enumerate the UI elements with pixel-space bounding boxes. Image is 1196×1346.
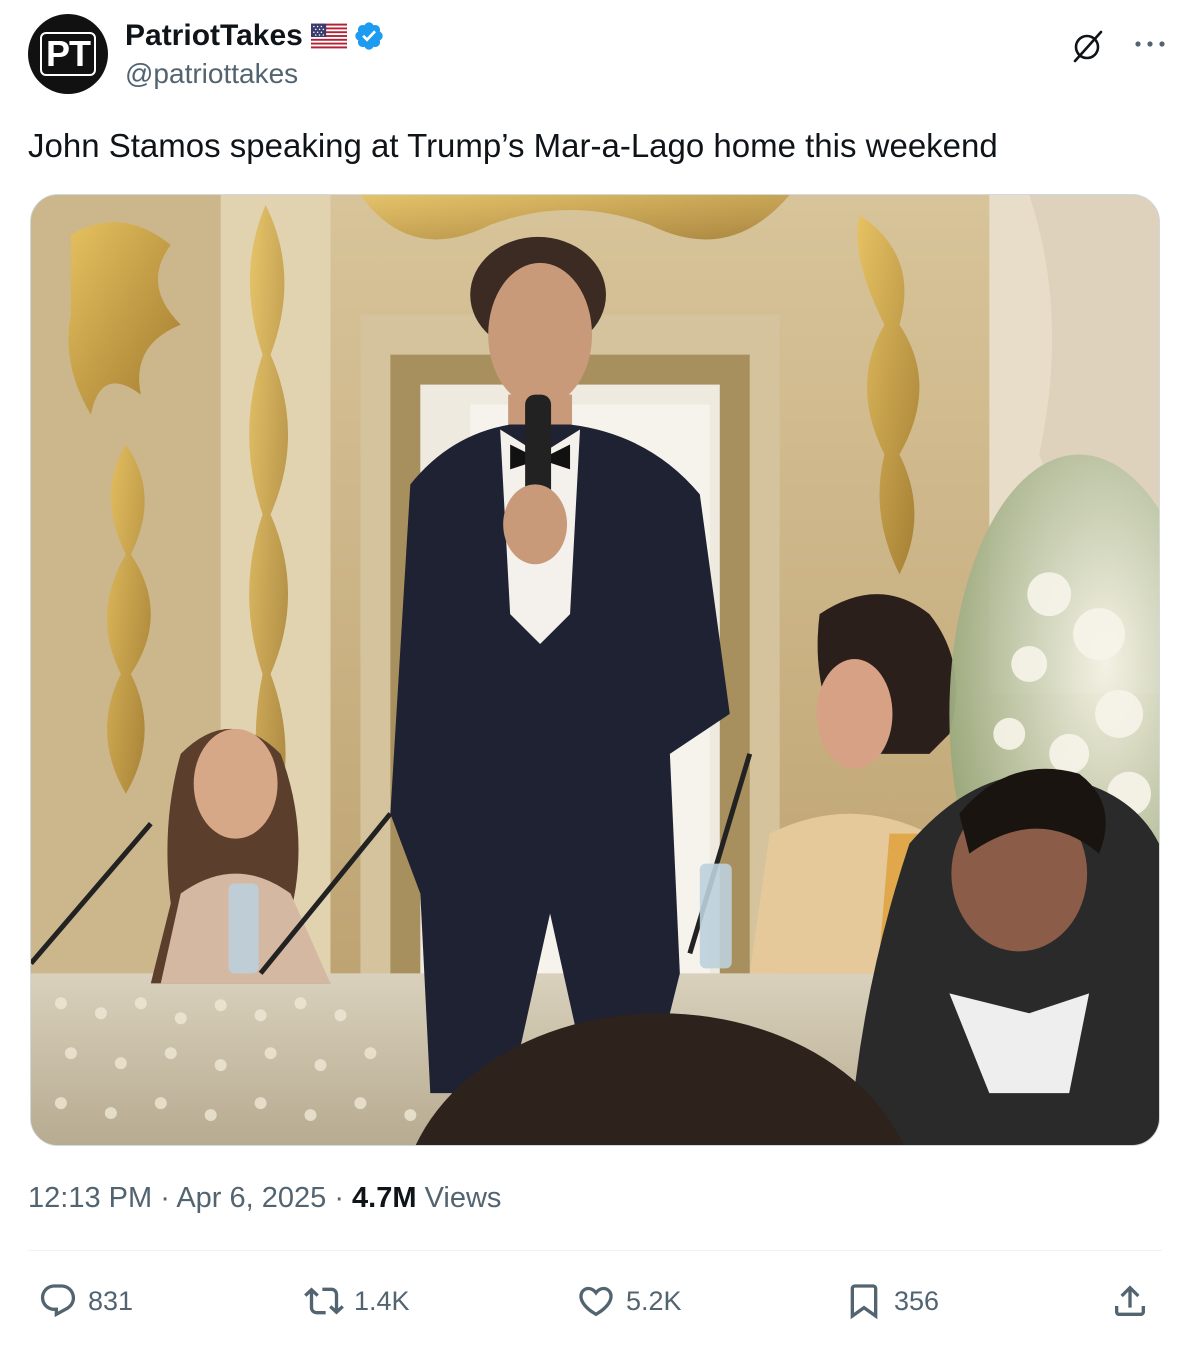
views-count[interactable]: 4.7M (352, 1182, 416, 1214)
retweet-button[interactable]: 1.4K (304, 1276, 410, 1326)
share-icon (1115, 1285, 1145, 1316)
bookmark-icon (850, 1284, 878, 1320)
meta-separator: · (326, 1182, 353, 1214)
avatar-text: PT (39, 32, 96, 76)
name-row: PatriotTakes (125, 16, 385, 56)
retweet-icon (304, 1287, 344, 1315)
display-name[interactable]: PatriotTakes (125, 19, 303, 53)
views-label[interactable]: Views (417, 1182, 502, 1214)
bookmark-button[interactable]: 356 (844, 1276, 939, 1326)
tweet-photo[interactable] (30, 194, 1160, 1146)
avatar[interactable]: PT (28, 14, 108, 94)
tweet-text: John Stamos speaking at Trump’s Mar-a-La… (28, 127, 998, 164)
tweet-date[interactable]: Apr 6, 2025 (176, 1182, 326, 1214)
like-count: 5.2K (626, 1285, 682, 1316)
us-flag-icon (310, 23, 347, 49)
grok-icon[interactable] (1070, 28, 1106, 64)
bookmark-count: 356 (894, 1285, 940, 1316)
tweet-meta: 12:13 PM · Apr 6, 2025 · 4.7M Views (28, 1178, 501, 1218)
reply-count: 831 (88, 1285, 134, 1316)
tweet-header: PT PatriotTakes @patriottakes (28, 14, 1168, 96)
like-button[interactable]: 5.2K (576, 1276, 682, 1326)
retweet-count: 1.4K (354, 1285, 410, 1316)
photo-illustration (31, 195, 1159, 1145)
handle[interactable]: @patriottakes (125, 58, 298, 90)
heart-icon (579, 1286, 613, 1317)
reply-icon (40, 1284, 76, 1318)
divider (28, 1250, 1162, 1251)
more-icon[interactable] (1132, 32, 1168, 56)
verified-badge-icon[interactable] (353, 20, 385, 52)
meta-separator: · (152, 1182, 177, 1214)
share-button[interactable] (1110, 1276, 1150, 1326)
action-bar: 831 1.4K 5.2K 356 (28, 1276, 1162, 1326)
reply-button[interactable]: 831 (38, 1276, 133, 1326)
tweet-time[interactable]: 12:13 PM (28, 1182, 152, 1214)
